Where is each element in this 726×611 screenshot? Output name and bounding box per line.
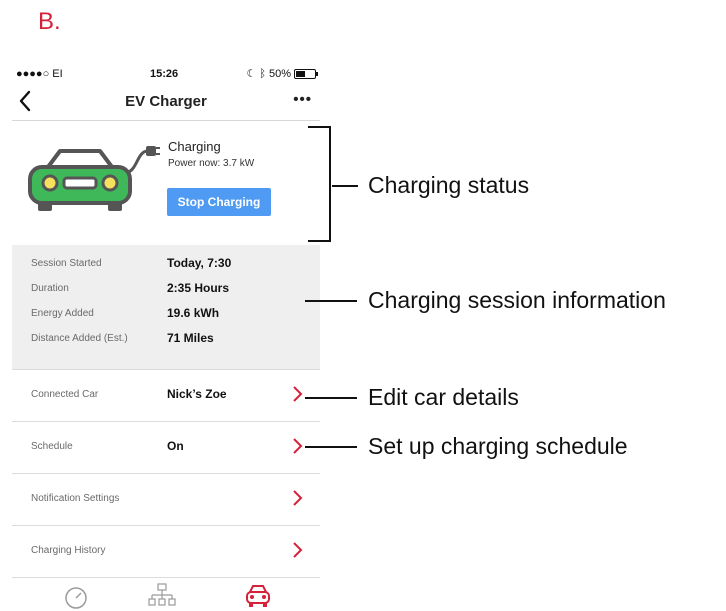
status-bar: ●●●●○ EI 15:26 ☾ ᛒ 50% (12, 64, 320, 84)
status-bracket (308, 126, 331, 242)
charging-state: Charging (168, 139, 221, 154)
status-time: 15:26 (150, 68, 179, 80)
session-row: Duration 2:35 Hours (12, 278, 320, 302)
list-item-value: On (167, 439, 184, 453)
tab-bar (12, 578, 320, 611)
list-item-value: Nick’s Zoe (167, 387, 227, 401)
annotation-line (305, 397, 357, 399)
list-item-label: Notification Settings (31, 493, 120, 504)
annotation-session-info: Charging session information (368, 287, 666, 313)
list-item-label: Schedule (31, 441, 73, 452)
chevron-right-icon[interactable] (288, 539, 308, 561)
nav-bar: EV Charger ••• (12, 86, 320, 118)
network-icon[interactable] (142, 582, 182, 610)
page-title: EV Charger (125, 93, 207, 110)
session-row: Energy Added 19.6 kWh (12, 303, 320, 327)
signal-indicator: ●●●●○ EI (16, 68, 63, 80)
annotation-line (305, 300, 357, 302)
annotation-charging-status: Charging status (368, 172, 530, 198)
session-value: 71 Miles (167, 331, 214, 345)
list-item-label: Connected Car (31, 389, 99, 400)
list-item-label: Charging History (31, 545, 106, 556)
charging-car-icon (28, 146, 160, 211)
session-value: Today, 7:30 (167, 256, 232, 270)
charging-history-row[interactable]: Charging History (12, 526, 320, 578)
status-right: ☾ ᛒ 50% (246, 67, 318, 80)
stop-charging-button[interactable]: Stop Charging (167, 188, 271, 216)
session-label: Duration (31, 283, 69, 294)
phone-screen: ●●●●○ EI 15:26 ☾ ᛒ 50% EV Charger ••• Ch… (12, 64, 320, 611)
battery-percent: 50% (268, 67, 291, 80)
notification-settings-row[interactable]: Notification Settings (12, 474, 320, 526)
annotation-schedule: Set up charging schedule (368, 433, 628, 459)
schedule-row[interactable]: Schedule On (12, 422, 320, 474)
moon-icon: ☾ (246, 68, 257, 80)
gauge-icon[interactable] (56, 582, 96, 610)
session-info: Session Started Today, 7:30 Duration 2:3… (12, 245, 320, 370)
battery-icon (294, 68, 318, 79)
annotation-line (332, 185, 358, 187)
session-row: Session Started Today, 7:30 (12, 253, 320, 277)
session-value: 2:35 Hours (167, 281, 230, 295)
session-label: Session Started (31, 258, 102, 269)
power-now: Power now: 3.7 kW (168, 158, 255, 169)
car-icon[interactable] (238, 582, 278, 610)
session-label: Distance Added (Est.) (31, 333, 128, 344)
annotation-edit-car: Edit car details (368, 384, 519, 410)
session-row: Distance Added (Est.) 71 Miles (12, 328, 320, 352)
more-dots-icon[interactable]: ••• (293, 91, 312, 108)
annotation-line (305, 446, 357, 448)
session-value: 19.6 kWh (167, 306, 220, 320)
figure-label: B. (38, 8, 61, 35)
session-label: Energy Added (31, 308, 94, 319)
charging-status-card: Charging Power now: 3.7 kW Stop Charging (12, 120, 320, 246)
chevron-right-icon[interactable] (288, 383, 308, 405)
chevron-right-icon[interactable] (288, 487, 308, 509)
bluetooth-icon: ᛒ (259, 67, 266, 80)
connected-car-row[interactable]: Connected Car Nick’s Zoe (12, 370, 320, 422)
